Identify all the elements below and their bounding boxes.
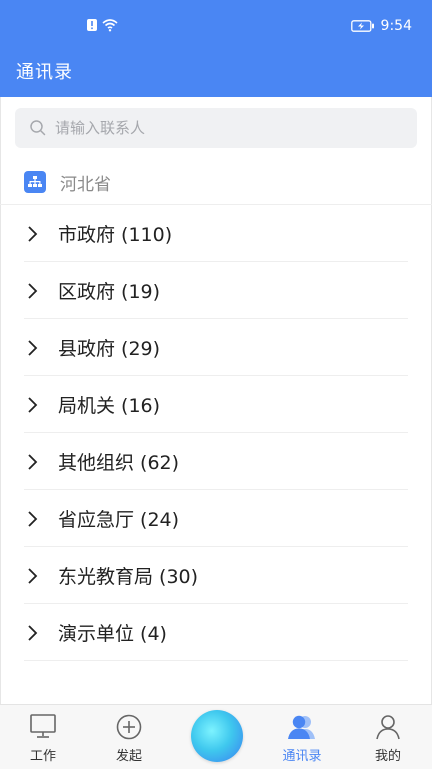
list-item[interactable]: 东光教育局 (30) [0, 547, 432, 604]
list-item-label: 局机关 (16) [58, 395, 161, 417]
list-item-label: 省应急厅 (24) [58, 509, 180, 531]
list-item-label: 市政府 (110) [58, 224, 173, 246]
monitor-icon [30, 714, 56, 738]
list-item[interactable]: 局机关 (16) [0, 376, 432, 433]
tab-initiate[interactable]: 发起 [86, 705, 172, 769]
org-header[interactable]: 河北省 [0, 160, 432, 205]
list-item-label: 其他组织 (62) [58, 452, 180, 474]
status-right: 9:54 [350, 18, 412, 34]
list-item[interactable]: 区政府 (19) [0, 262, 432, 319]
list-item[interactable]: 市政府 (110) [0, 205, 432, 262]
status-time: 9:54 [380, 18, 412, 34]
org-tree-icon [24, 171, 46, 193]
tab-contacts[interactable]: 通讯录 [259, 705, 345, 769]
org-name: 河北省 [60, 174, 111, 195]
chevron-right-icon [28, 282, 38, 299]
wifi-icon [102, 19, 118, 32]
list-item-label: 区政府 (19) [58, 281, 161, 303]
chevron-right-icon [28, 624, 38, 641]
status-bar: 9:54 [0, 0, 432, 56]
chevron-right-icon [28, 453, 38, 470]
search-input[interactable] [53, 118, 397, 138]
page-title: 通讯录 [16, 62, 73, 83]
list-item-label: 县政府 (29) [58, 338, 161, 360]
search-icon [30, 120, 46, 136]
list-item[interactable]: 省应急厅 (24) [0, 490, 432, 547]
list-item-label: 演示单位 (4) [58, 623, 167, 645]
contacts-icon [288, 715, 315, 739]
chevron-right-icon [28, 396, 38, 413]
tab-mine-label: 我的 [374, 749, 401, 764]
user-icon [376, 715, 400, 740]
tab-initiate-label: 发起 [115, 749, 142, 764]
chevron-right-icon [28, 225, 38, 242]
chevron-right-icon [28, 510, 38, 527]
battery-charging-icon [350, 20, 374, 32]
department-list: 市政府 (110) 区政府 (19) 县政府 (29) 局机关 (16) 其他组… [0, 205, 432, 661]
tab-work[interactable]: 工作 [0, 705, 86, 769]
status-left [86, 18, 118, 32]
chevron-right-icon [28, 339, 38, 356]
tab-contacts-label: 通讯录 [282, 749, 322, 764]
list-item[interactable]: 县政府 (29) [0, 319, 432, 376]
app-header: 9:54 通讯录 [0, 0, 432, 97]
list-item[interactable]: 其他组织 (62) [0, 433, 432, 490]
plus-circle-icon [116, 714, 142, 740]
tab-work-label: 工作 [29, 749, 56, 764]
alert-icon [87, 19, 97, 31]
chevron-right-icon [28, 567, 38, 584]
center-action-button[interactable] [191, 710, 243, 762]
search-bar[interactable] [15, 108, 417, 148]
list-item-label: 东光教育局 (30) [58, 566, 199, 588]
list-item[interactable]: 演示单位 (4) [0, 604, 432, 661]
tab-mine[interactable]: 我的 [345, 705, 431, 769]
